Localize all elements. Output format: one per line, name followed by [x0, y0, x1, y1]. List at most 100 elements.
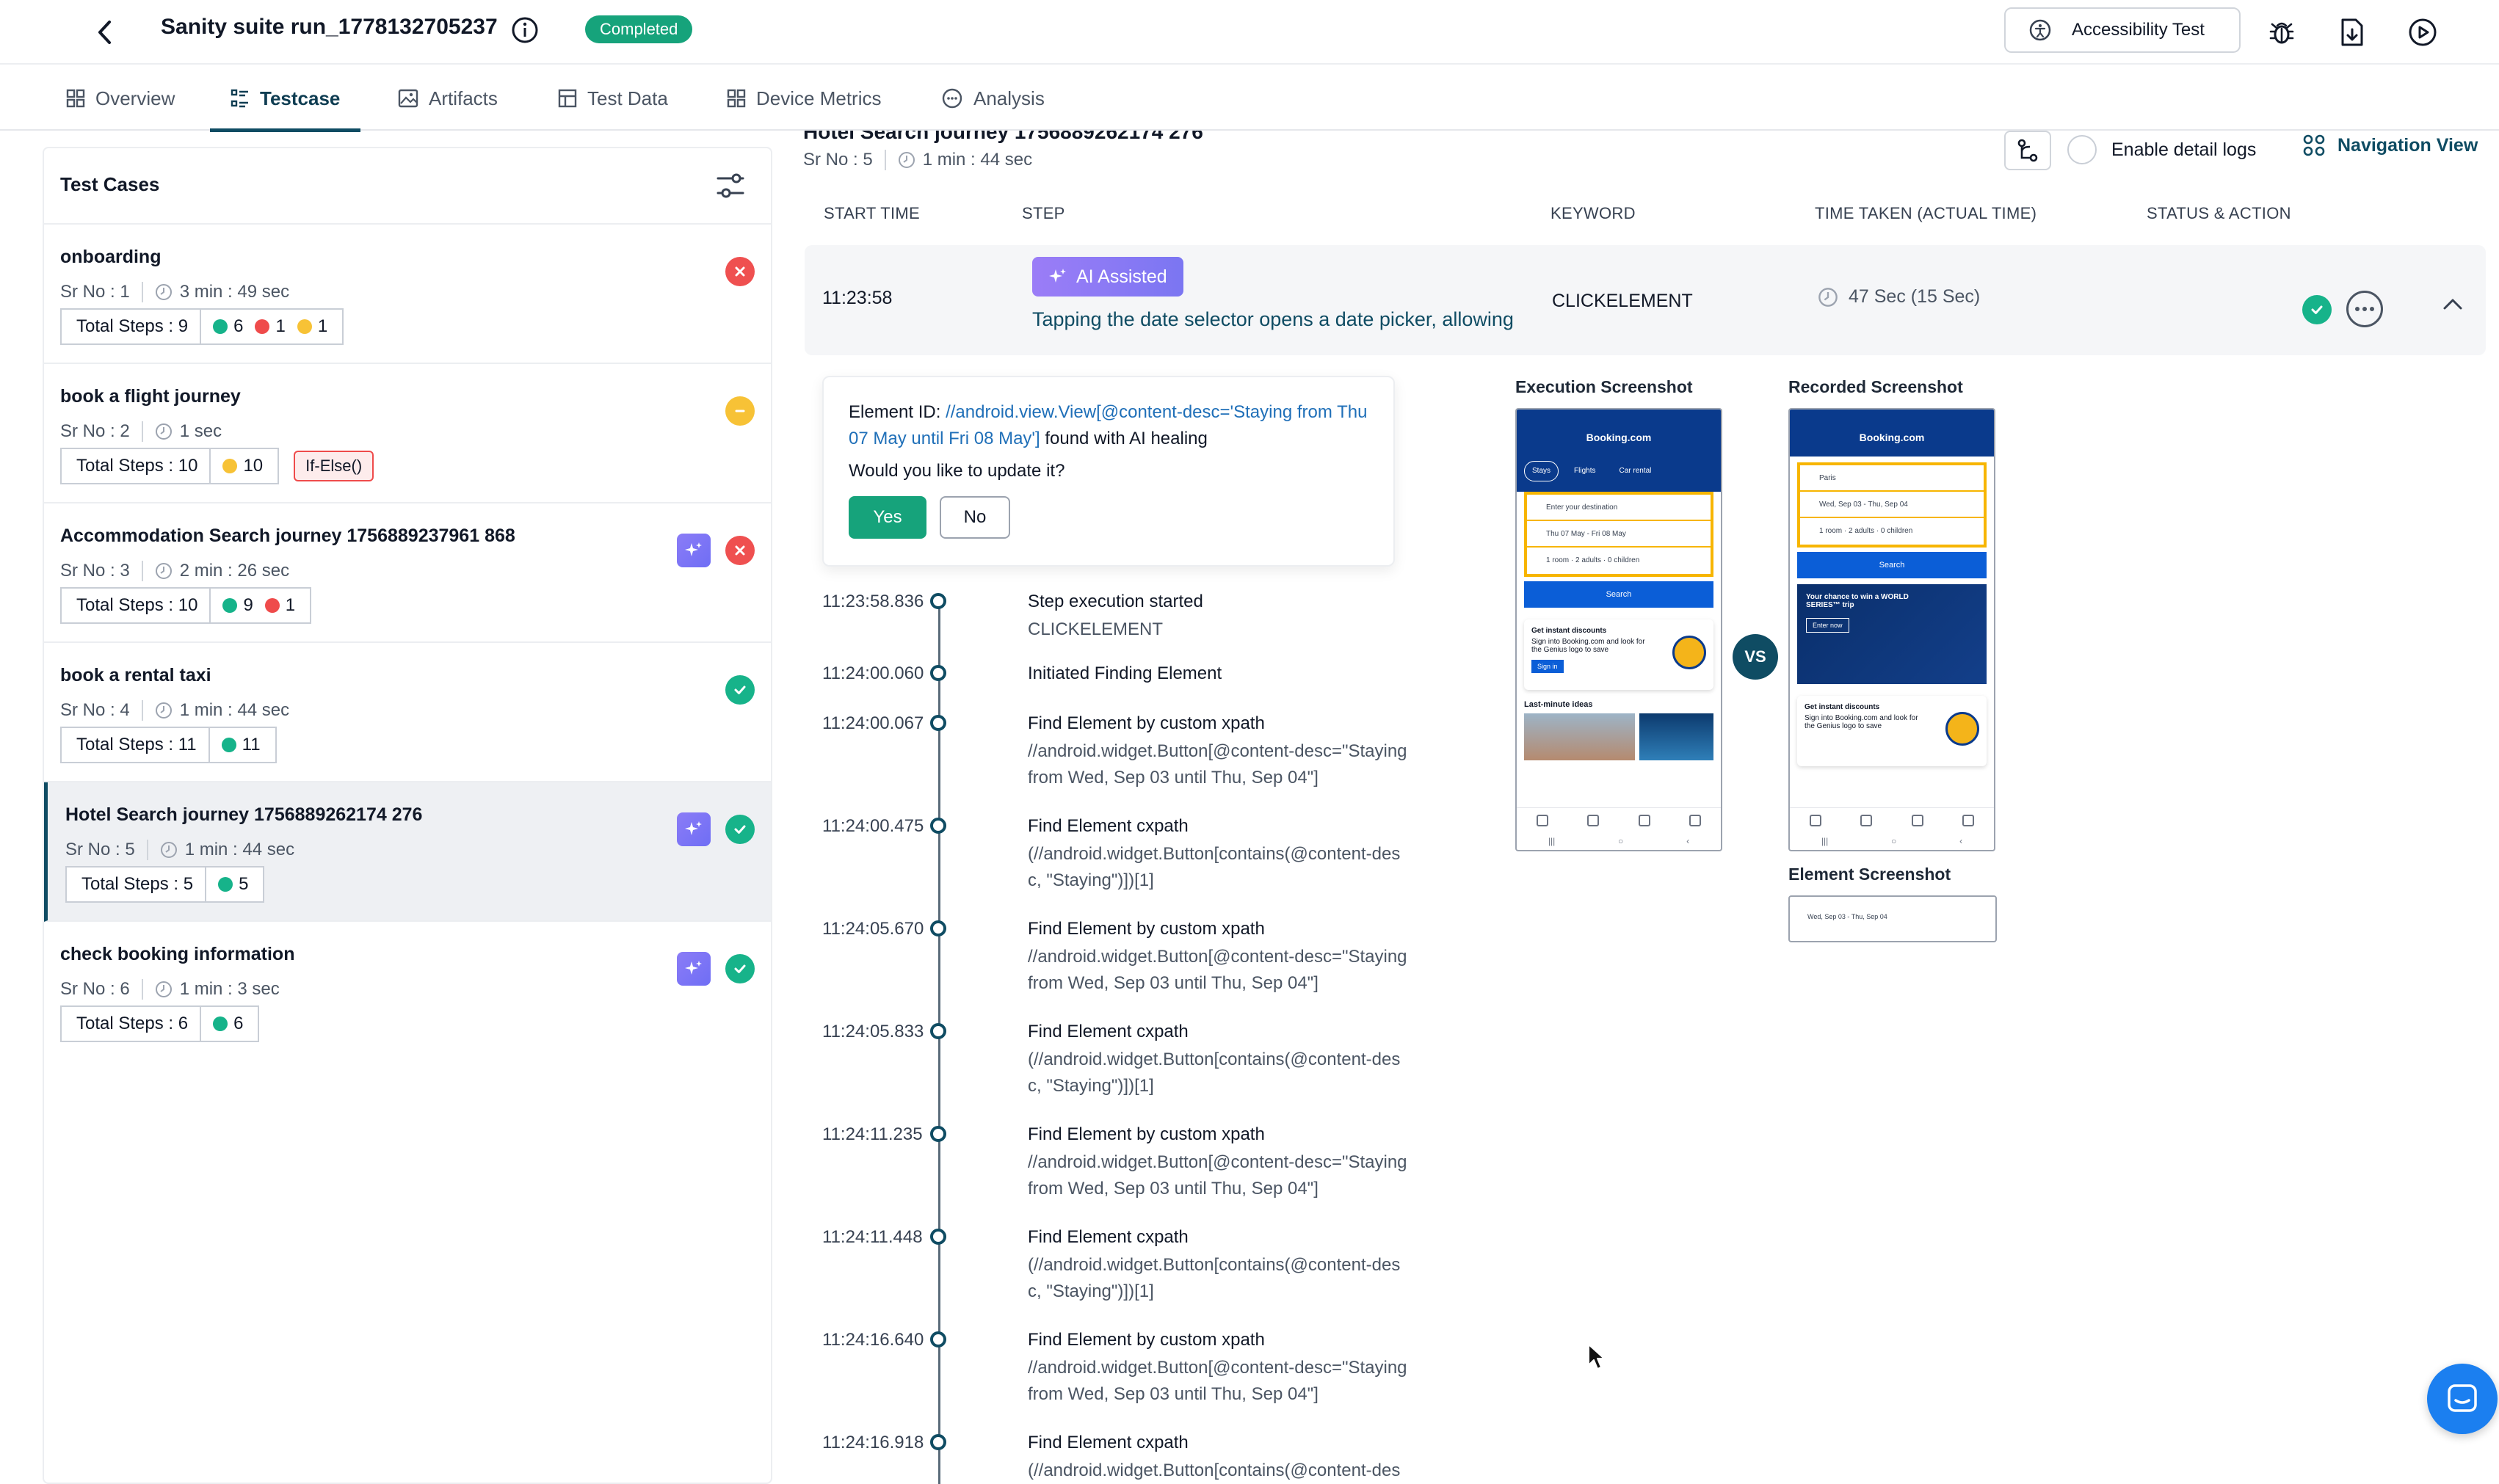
info-icon[interactable] [510, 15, 540, 48]
test-case-item-selected[interactable]: Hotel Search journey 1756889262174 276 S… [44, 782, 771, 922]
timeline-dot-icon [930, 665, 946, 681]
test-case-badges [677, 812, 755, 846]
divider [205, 866, 207, 903]
home-icon: ○ [1618, 836, 1624, 846]
accessibility-test-button[interactable]: Accessibility Test [2004, 7, 2241, 53]
column-status-action: STATUS & ACTION [2147, 204, 2291, 222]
back-button[interactable] [87, 13, 125, 51]
serial-number: Sr No : 5 [65, 840, 135, 859]
log-title: Find Element by custom xpath [1028, 713, 1265, 733]
phone-discount-card: Get instant discounts Sign into Booking.… [1797, 696, 1987, 766]
element-screenshot[interactable]: Wed, Sep 03 - Thu, Sep 04 [1788, 895, 1997, 942]
timeline-dot-icon [930, 1434, 946, 1450]
test-case-badges [725, 257, 755, 286]
divider [146, 840, 148, 860]
clock-icon [898, 152, 915, 168]
grid-icon [66, 89, 85, 108]
download-report-button[interactable] [2335, 15, 2370, 50]
file-download-icon [2341, 18, 2363, 46]
main-tabs: Overview Testcase Artifacts Test Data De… [0, 66, 2499, 132]
tab-device-metrics[interactable]: Device Metrics [727, 66, 881, 131]
test-case-item[interactable]: Accommodation Search journey 17568892379… [44, 503, 771, 643]
bug-report-button[interactable] [2264, 15, 2299, 50]
serial-number: Sr No : 5 [803, 150, 873, 170]
test-case-steps: Total Steps : 10 10 If-Else() [60, 448, 374, 484]
execution-screenshot[interactable]: Booking.com Stays Flights Car rental Ent… [1515, 408, 1722, 851]
step-description: Tapping the date selector opens a date p… [1032, 308, 1514, 330]
recorded-screenshot[interactable]: Booking.com Paris Wed, Sep 03 - Thu, Sep… [1788, 408, 1995, 851]
test-case-title: Hotel Search journey 1756889262174 276 [803, 131, 1203, 143]
phone-images [1524, 713, 1713, 760]
test-case-item[interactable]: check booking information Sr No : 6 1 mi… [44, 922, 771, 1061]
test-case-item[interactable]: onboarding Sr No : 1 3 min : 49 sec Tota… [44, 225, 771, 364]
more-options-button[interactable] [2346, 291, 2383, 327]
nav-icon [1689, 814, 1702, 826]
filter-button[interactable] [715, 170, 746, 205]
test-case-meta: Sr No : 4 1 min : 44 sec [60, 700, 289, 721]
step-row[interactable]: 11:23:58 AI Assisted Tapping the date se… [805, 245, 2486, 355]
test-case-meta: Sr No : 2 1 sec [60, 421, 222, 442]
phone-discount-text: Sign into Booking.com and look for the G… [1805, 714, 1918, 730]
back-icon: ‹ [1959, 836, 1963, 846]
steps-summary: Total Steps : 11 11 [60, 727, 277, 763]
test-case-name: onboarding [60, 247, 162, 267]
test-case-name: book a rental taxi [60, 665, 211, 685]
menu-icon: ||| [1548, 836, 1556, 846]
chat-support-button[interactable] [2427, 1364, 2498, 1434]
test-cases-panel: Test Cases onboarding Sr No : 1 3 min : … [43, 147, 772, 1484]
detail-logs-toggle[interactable] [2067, 135, 2097, 164]
ai-sparkle-icon [677, 534, 711, 567]
log-detail: //android.widget.Button[@content-desc="S… [1028, 1358, 1407, 1404]
tab-label: Overview [95, 87, 175, 109]
divider [884, 150, 886, 170]
tab-overview[interactable]: Overview [66, 66, 175, 131]
healing-message: Element ID: //android.view.View[@content… [849, 399, 1368, 452]
log-title: Find Element cxpath [1028, 816, 1189, 836]
nav-icon [1911, 814, 1923, 826]
play-video-button[interactable] [2405, 15, 2440, 50]
test-case-meta: Sr No : 6 1 min : 3 sec [60, 979, 280, 1000]
test-case-steps: Total Steps : 10 9 1 [60, 587, 312, 624]
duration: 3 min : 49 sec [179, 282, 290, 302]
test-case-name: Accommodation Search journey 17568892379… [60, 525, 515, 546]
log-detail: (//android.widget.Button[contains(@conte… [1028, 1461, 1401, 1480]
chat-icon [2448, 1384, 2477, 1412]
time-taken-value: 47 Sec (15 Sec) [1849, 286, 1981, 307]
accessibility-test-label: Accessibility Test [2072, 20, 2205, 40]
clock-icon [155, 284, 172, 300]
steps-summary: Total Steps : 6 6 [60, 1005, 260, 1042]
tab-test-data[interactable]: Test Data [558, 66, 668, 131]
warn-count: 10 [243, 456, 264, 476]
tab-analysis[interactable]: Analysis [941, 66, 1045, 131]
divider [200, 1005, 202, 1042]
test-case-name: check booking information [60, 944, 295, 964]
accessibility-icon [2029, 19, 2051, 41]
nav-icon [1809, 814, 1821, 826]
log-time: 11:24:05.833 [822, 1022, 924, 1041]
navigation-view-button[interactable]: Navigation View [2302, 134, 2478, 157]
test-case-item[interactable]: book a flight journey Sr No : 2 1 sec To… [44, 364, 771, 503]
fail-count: 1 [285, 595, 296, 615]
tab-artifacts[interactable]: Artifacts [398, 66, 498, 131]
phone-field: Enter your destination [1527, 495, 1711, 521]
flow-route-button[interactable] [2004, 131, 2051, 170]
timeline-dot-icon [930, 1023, 946, 1039]
test-case-item[interactable]: book a rental taxi Sr No : 4 1 min : 44 … [44, 643, 771, 782]
run-title: Sanity suite run_1778132705237 [161, 15, 498, 39]
log-title: Find Element by custom xpath [1028, 919, 1265, 939]
steps-summary: Total Steps : 5 5 [65, 866, 265, 903]
pass-dot-icon [221, 738, 236, 752]
collapse-button[interactable] [2442, 297, 2464, 315]
duration: 1 min : 44 sec [179, 700, 290, 720]
phone-field: 1 room · 2 adults · 0 children [1546, 556, 1640, 564]
accept-update-button[interactable]: Yes [849, 496, 926, 539]
phone-field: 1 room · 2 adults · 0 children [1819, 527, 1913, 535]
chevron-left-icon [98, 21, 111, 44]
serial-number: Sr No : 3 [60, 561, 130, 581]
navigation-view-label: Navigation View [2337, 134, 2478, 156]
test-case-steps: Total Steps : 6 6 [60, 1005, 260, 1042]
total-steps: Total Steps : 9 [76, 316, 189, 336]
reject-update-button[interactable]: No [940, 496, 1010, 539]
duration: 1 sec [179, 421, 222, 441]
tab-testcase[interactable]: Testcase [209, 66, 361, 132]
